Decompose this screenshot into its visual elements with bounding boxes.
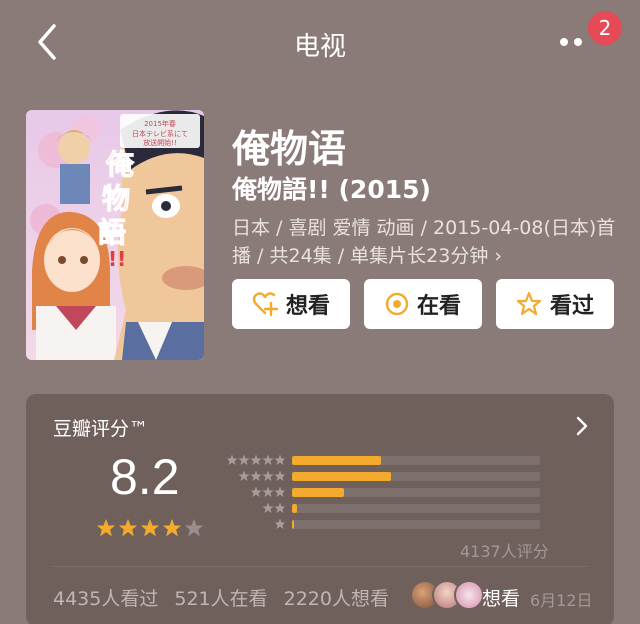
watching-count[interactable]: 521人在看: [174, 584, 267, 611]
divider: [53, 566, 587, 567]
distribution-row: [222, 470, 540, 482]
star-small-icon: [274, 486, 286, 497]
more-dot-icon: [574, 38, 582, 46]
distribution-bar-fill: [292, 519, 295, 529]
star-small-icon: [274, 518, 286, 529]
star-filled-icon: [96, 518, 116, 537]
distribution-bar-track: [292, 519, 540, 529]
subject-meta-text: 日本 / 喜剧 爱情 动画 / 2015-04-08(日本)首播 / 共24集 …: [232, 217, 616, 267]
star-small-icon: [262, 486, 274, 497]
subject-meta[interactable]: 日本 / 喜剧 爱情 动画 / 2015-04-08(日本)首播 / 共24集 …: [232, 214, 618, 270]
mini-stars: [222, 470, 286, 482]
svg-text:日本テレビ系にて: 日本テレビ系にて: [132, 129, 188, 138]
more-dot-icon: [560, 38, 568, 46]
rating-label: 豆瓣评分™: [53, 418, 149, 440]
star-small-icon: [250, 486, 262, 497]
star-small-icon: [238, 454, 250, 465]
distribution-bar-fill: [292, 455, 382, 465]
star-small-icon: [274, 502, 286, 513]
rating-stats: 4435人看过 521人在看 2220人想看: [53, 584, 389, 611]
wanted-count[interactable]: 2220人想看: [284, 584, 389, 611]
watching-button-label: 在看: [416, 294, 461, 319]
distribution-row: [222, 518, 540, 530]
star-empty-icon: [184, 518, 204, 537]
friend-action-date: 6月12日: [530, 591, 593, 610]
notification-badge[interactable]: 2: [588, 11, 622, 45]
avatar: [454, 580, 484, 610]
poster-image[interactable]: 俺 物 語 !! 2015年春 日本テレビ系にて 放送開始!!: [26, 110, 204, 360]
distribution-bar-track: [292, 455, 540, 465]
watching-button[interactable]: 在看: [364, 279, 482, 329]
star-small-icon: [250, 470, 262, 481]
want-button-label: 想看: [285, 294, 330, 319]
svg-text:物: 物: [102, 182, 130, 215]
page-title: 电视: [293, 32, 346, 62]
distribution-row: [222, 486, 540, 498]
chevron-right-icon: ›: [494, 245, 502, 267]
top-bar: 电视 2: [0, 0, 640, 86]
rating-card[interactable]: 豆瓣评分™ 8.2 4137人评分 4435人看过 521人在看 2220人想看…: [26, 394, 614, 624]
star-small-icon: [274, 470, 286, 481]
heart-plus-icon: [252, 292, 278, 317]
target-icon: [385, 292, 409, 316]
star-outline-icon: [516, 291, 542, 316]
watched-count[interactable]: 4435人看过: [53, 584, 158, 611]
mini-stars: [222, 486, 286, 498]
mini-stars: [222, 454, 286, 466]
distribution-row: [222, 502, 540, 514]
distribution-row: [222, 454, 540, 466]
star-small-icon: [262, 454, 274, 465]
subject-original-title: 俺物語!! (2015): [232, 175, 431, 204]
star-small-icon: [262, 502, 274, 513]
distribution-bar-track: [292, 487, 540, 497]
star-small-icon: [238, 470, 250, 481]
star-small-icon: [274, 454, 286, 465]
mini-stars: [222, 502, 286, 514]
action-buttons: 想看 在看 看过: [232, 279, 614, 329]
svg-text:!!: !!: [108, 247, 126, 271]
watched-button[interactable]: 看过: [496, 279, 614, 329]
star-filled-icon: [162, 518, 182, 537]
star-filled-icon: [140, 518, 160, 537]
watched-button-label: 看过: [549, 294, 594, 319]
rating-count: 4137人评分: [460, 542, 549, 561]
distribution-bar-fill: [292, 503, 297, 513]
rating-score: 8.2: [110, 449, 180, 505]
star-small-icon: [226, 454, 238, 465]
svg-text:俺: 俺: [105, 148, 135, 181]
star-filled-icon: [118, 518, 138, 537]
mini-stars: [222, 518, 286, 530]
rating-stars: [96, 518, 204, 538]
friend-avatars[interactable]: [410, 580, 484, 610]
distribution-bar-track: [292, 503, 540, 513]
svg-text:語: 語: [98, 216, 126, 249]
svg-text:2015年春: 2015年春: [144, 119, 176, 128]
chevron-right-icon[interactable]: [572, 414, 592, 438]
distribution-bar-fill: [292, 487, 345, 497]
star-small-icon: [262, 470, 274, 481]
want-button[interactable]: 想看: [232, 279, 350, 329]
distribution-bar-fill: [292, 471, 392, 481]
svg-text:放送開始!!: 放送開始!!: [143, 138, 177, 147]
star-small-icon: [250, 454, 262, 465]
subject-title: 俺物语: [232, 127, 347, 171]
friend-action-label: 想看: [482, 588, 521, 610]
distribution-bar-track: [292, 471, 540, 481]
